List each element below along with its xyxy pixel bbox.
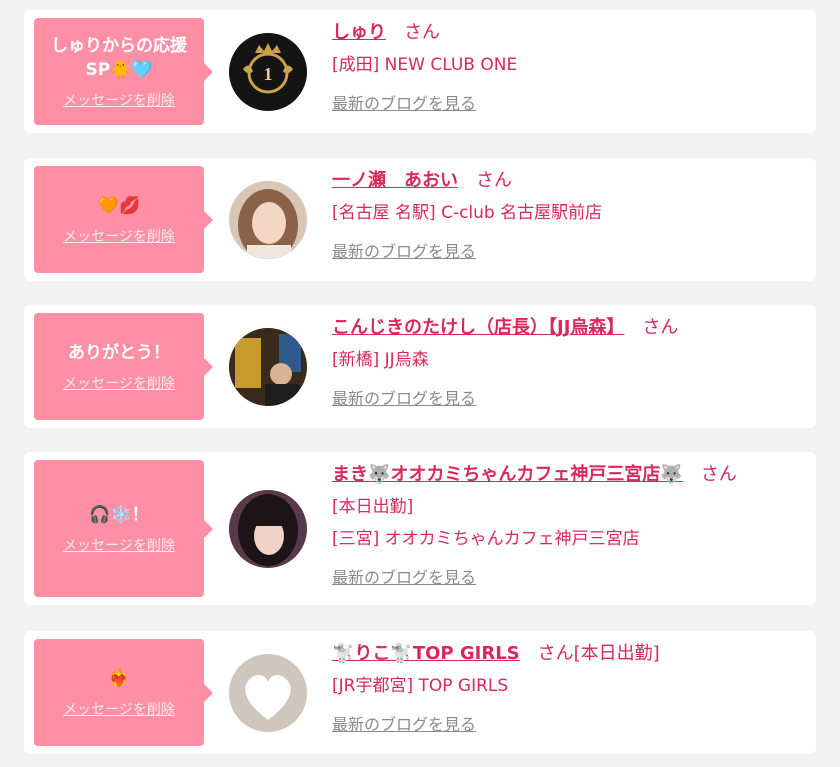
cast-info: こんじきのたけし（店長）【JJ烏森】 さん [新橋] JJ烏森 最新のブログを見る — [332, 315, 800, 409]
delete-message-link[interactable]: メッセージを削除 — [63, 699, 175, 719]
message-bubble: 🎧❄️！ メッセージを削除 — [34, 460, 213, 597]
shop-info: [名古屋 名駅] C-club 名古屋駅前店 — [332, 203, 603, 223]
cast-name-link[interactable]: 🐩りこ🐩TOP GIRLS — [332, 643, 520, 664]
cast-name-link[interactable]: しゅり — [332, 22, 386, 43]
cast-name-link[interactable]: 一ノ瀬 あおい — [332, 170, 458, 191]
honorific: さん — [537, 643, 574, 664]
list-item: ありがとう！ メッセージを削除 こんじきのたけし（店長）【JJ烏森】 さん [新橋… — [24, 305, 816, 428]
cast-info: 一ノ瀬 あおい さん [名古屋 名駅] C-club 名古屋駅前店 最新のブログを… — [332, 168, 800, 262]
avatar[interactable] — [229, 489, 307, 568]
latest-blog-link[interactable]: 最新のブログを見る — [332, 90, 476, 114]
list-item: 🎧❄️！ メッセージを削除 まき🐺オオカミちゃんカフェ神戸三宮店🐺 さん [本日出… — [24, 452, 816, 605]
delete-message-link[interactable]: メッセージを削除 — [63, 90, 175, 110]
svg-text:1: 1 — [264, 64, 273, 84]
cheer-message: ありがとう！ — [68, 342, 170, 363]
cheer-message: 🎧❄️！ — [89, 504, 149, 525]
message-bubble: ありがとう！ メッセージを削除 — [34, 313, 213, 420]
honorific: さん — [476, 170, 512, 191]
delete-message-link[interactable]: メッセージを削除 — [63, 373, 175, 393]
list-item: 🧡💋 メッセージを削除 一ノ瀬 あおい さん [名古屋 名駅] C-club 名古… — [24, 158, 816, 281]
cheer-message: ❤️‍🔥 — [108, 668, 130, 689]
latest-blog-link[interactable]: 最新のブログを見る — [332, 564, 476, 588]
delete-message-link[interactable]: メッセージを削除 — [63, 535, 175, 555]
avatar[interactable] — [229, 653, 307, 732]
list-item: しゅりからの応援SP🐥🩵 メッセージを削除 1 しゅり さん [成田] NEW C… — [24, 10, 816, 133]
list-item: ❤️‍🔥 メッセージを削除 🐩りこ🐩TOP GIRLS さん[本日出勤] [JR宇… — [24, 631, 816, 754]
shop-info: [三宮] オオカミちゃんカフェ神戸三宮店 — [332, 529, 640, 549]
honorific: さん — [404, 22, 440, 43]
latest-blog-link[interactable]: 最新のブログを見る — [332, 385, 476, 409]
cheer-message: 🧡💋 — [97, 195, 141, 216]
honorific: さん — [700, 464, 737, 485]
message-bubble: 🧡💋 メッセージを削除 — [34, 166, 213, 273]
avatar[interactable] — [229, 180, 307, 259]
latest-blog-link[interactable]: 最新のブログを見る — [332, 711, 476, 735]
delete-message-link[interactable]: メッセージを削除 — [63, 226, 175, 246]
latest-blog-link[interactable]: 最新のブログを見る — [332, 238, 476, 262]
avatar[interactable]: 1 — [229, 32, 307, 111]
shop-info: [成田] NEW CLUB ONE — [332, 55, 518, 75]
honorific: さん — [642, 317, 679, 338]
attendance-status: [本日出勤] — [332, 497, 414, 517]
cast-info: 🐩りこ🐩TOP GIRLS さん[本日出勤] [JR宇都宮] TOP GIRLS … — [332, 641, 800, 735]
shop-info: [JR宇都宮] TOP GIRLS — [332, 676, 509, 696]
cast-info: しゅり さん [成田] NEW CLUB ONE 最新のブログを見る — [332, 20, 800, 114]
cast-name-link[interactable]: こんじきのたけし（店長）【JJ烏森】 — [332, 317, 624, 338]
message-bubble: しゅりからの応援SP🐥🩵 メッセージを削除 — [34, 18, 213, 125]
message-bubble: ❤️‍🔥 メッセージを削除 — [34, 639, 213, 746]
shop-info: [新橋] JJ烏森 — [332, 350, 429, 370]
cheer-message: しゅりからの応援SP🐥🩵 — [51, 35, 187, 80]
favorite-cast-list: しゅりからの応援SP🐥🩵 メッセージを削除 1 しゅり さん [成田] NEW C… — [0, 0, 840, 767]
cast-info: まき🐺オオカミちゃんカフェ神戸三宮店🐺 さん [本日出勤] [三宮] オオカミちゃ… — [332, 462, 800, 588]
status-suffix: [本日出勤] — [573, 643, 660, 664]
cast-name-link[interactable]: まき🐺オオカミちゃんカフェ神戸三宮店🐺 — [332, 464, 683, 485]
avatar[interactable] — [229, 327, 307, 406]
